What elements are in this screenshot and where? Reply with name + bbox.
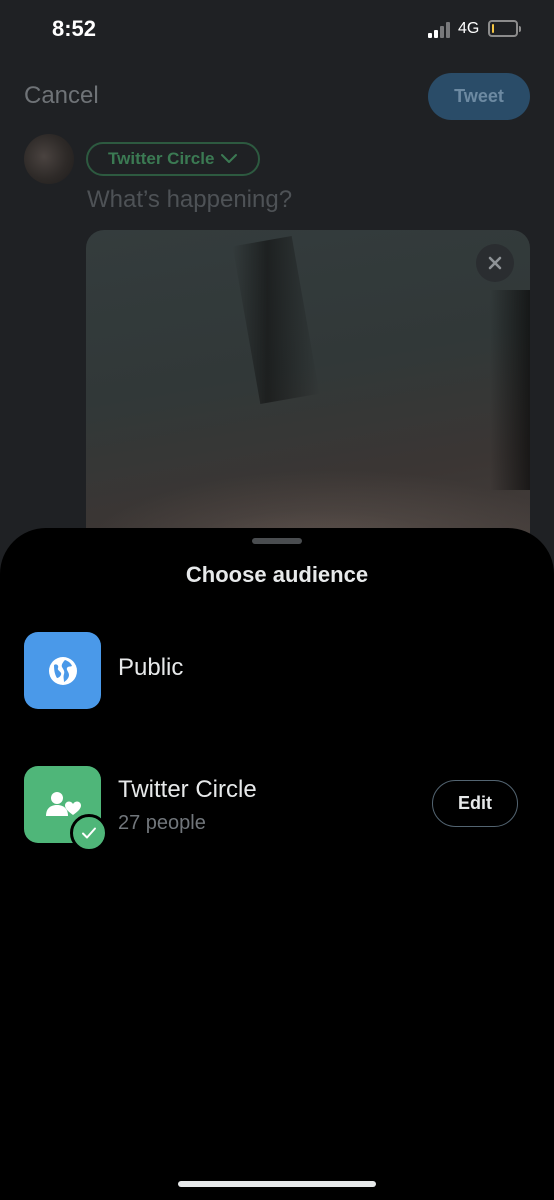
selected-check-badge	[70, 814, 108, 852]
globe-icon	[48, 656, 77, 685]
chevron-down-icon	[221, 154, 238, 163]
sheet-title: Choose audience	[185, 562, 369, 587]
public-option-icon	[24, 632, 101, 709]
sheet-drag-handle[interactable]	[252, 538, 302, 544]
home-indicator[interactable]	[178, 1181, 376, 1187]
audience-selector-button[interactable]: Twitter Circle	[86, 142, 261, 176]
close-icon	[488, 256, 502, 270]
checkmark-icon	[82, 827, 96, 839]
circle-people-icon	[45, 791, 81, 816]
audience-selector-label: Twitter Circle	[108, 149, 215, 168]
public-option-label: Public	[118, 654, 184, 681]
circle-member-count: 27 people	[118, 812, 206, 834]
avatar[interactable]	[24, 134, 74, 184]
choose-audience-sheet: Choose audience Public Twitter Circle 27…	[0, 528, 554, 1200]
screen: 8:52 4G Cancel Tweet Twitter Circle What…	[0, 0, 554, 1200]
cancel-button[interactable]: Cancel	[24, 82, 99, 110]
tweet-text-input[interactable]: What’s happening?	[87, 186, 292, 214]
tweet-button[interactable]: Tweet	[428, 73, 530, 120]
audience-option-public[interactable]: Public	[0, 632, 554, 709]
circle-option-label: Twitter Circle	[118, 776, 257, 803]
audience-option-twitter-circle[interactable]: Twitter Circle 27 people Edit	[0, 766, 554, 856]
edit-circle-button[interactable]: Edit	[432, 780, 518, 827]
remove-media-button[interactable]	[476, 244, 514, 282]
